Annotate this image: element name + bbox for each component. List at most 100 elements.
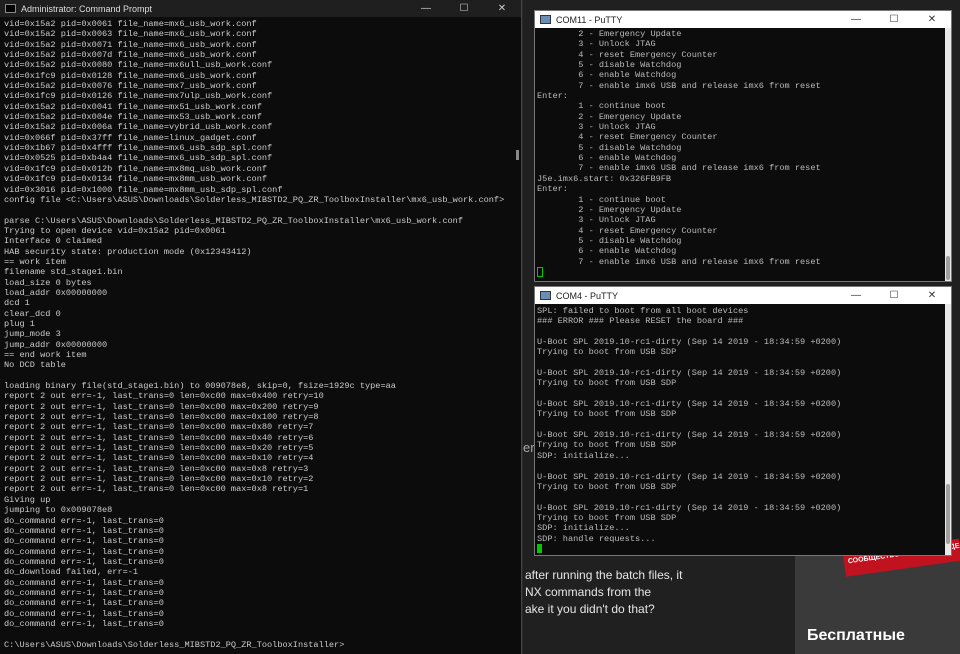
terminal-line: HAB security state: production mode (0x1… bbox=[4, 246, 252, 257]
terminal-line: J5e.imx6.start: 0x326FB9FB bbox=[537, 173, 672, 184]
background-text-line: ake it you didn't do that? bbox=[525, 602, 655, 616]
terminal-line: Trying to boot from USB SDP bbox=[537, 440, 677, 451]
putty-com4-window[interactable]: COM4 - PuTTY — ☐ ✕ SPL: failed to boot f… bbox=[534, 286, 952, 556]
minimize-button[interactable]: — bbox=[407, 0, 445, 17]
putty-com11-window[interactable]: COM11 - PuTTY — ☐ ✕ 2 - Emergency Update… bbox=[534, 10, 952, 282]
putty-icon bbox=[540, 15, 551, 24]
terminal-line: == end work item bbox=[4, 350, 87, 360]
terminal-line: do_command err=-1, last_trans=0 bbox=[4, 515, 164, 526]
close-button[interactable]: ✕ bbox=[483, 0, 521, 17]
terminal-line: 5 - disable Watchdog bbox=[537, 235, 682, 246]
terminal-line: 2 - Emergency Update bbox=[537, 204, 682, 215]
terminal-line: 6 - enable Watchdog bbox=[537, 246, 677, 257]
terminal-line: vid=0x1fc9 pid=0x0126 file_name=mx7ulp_u… bbox=[4, 91, 273, 102]
terminal-line: report 2 out err=-1, last_trans=0 len=0x… bbox=[4, 453, 314, 464]
ad-banner[interactable]: СООБЩЕСТВО МАШИН И ЛЮДЕЙ Бесплатные bbox=[795, 538, 960, 654]
terminal-cursor bbox=[537, 544, 542, 554]
terminal-line: 3 - Unlock JTAG bbox=[537, 215, 656, 226]
terminal-line: report 2 out err=-1, last_trans=0 len=0x… bbox=[4, 443, 314, 454]
scrollbar-thumb[interactable] bbox=[946, 256, 950, 280]
cmd-scrollbar[interactable] bbox=[516, 150, 519, 160]
terminal-line: U-Boot SPL 2019.10-rc1-dirty (Sep 14 201… bbox=[537, 337, 842, 348]
scrollbar-thumb[interactable] bbox=[946, 484, 950, 544]
com11-titlebar[interactable]: COM11 - PuTTY — ☐ ✕ bbox=[535, 11, 951, 28]
terminal-line: 4 - reset Emergency Counter bbox=[537, 49, 718, 60]
terminal-line: 5 - disable Watchdog bbox=[537, 142, 682, 153]
terminal-line: do_command err=-1, last_trans=0 bbox=[4, 546, 164, 557]
terminal-cursor bbox=[537, 266, 543, 277]
terminal-line: loading binary file(std_stage1.bin) to 0… bbox=[4, 381, 396, 392]
terminal-line: Trying to boot from USB SDP bbox=[537, 378, 677, 389]
terminal-line: do_command err=-1, last_trans=0 bbox=[4, 587, 164, 598]
maximize-button[interactable]: ☐ bbox=[875, 287, 913, 304]
terminal-line: 4 - reset Emergency Counter bbox=[537, 225, 718, 236]
com4-titlebar[interactable]: COM4 - PuTTY — ☐ ✕ bbox=[535, 287, 951, 304]
terminal-line: do_command err=-1, last_trans=0 bbox=[4, 608, 164, 619]
com11-output[interactable]: 2 - Emergency Update 3 - Unlock JTAG 4 -… bbox=[535, 29, 951, 281]
terminal-line: 7 - enable imx6 USB and release imx6 fro… bbox=[537, 256, 821, 267]
minimize-button[interactable]: — bbox=[837, 11, 875, 28]
maximize-button[interactable]: ☐ bbox=[445, 0, 483, 17]
terminal-line: config file <C:\Users\ASUS\Downloads\Sol… bbox=[4, 194, 505, 205]
cmd-titlebar[interactable]: Administrator: Command Prompt — ☐ ✕ bbox=[0, 0, 521, 17]
terminal-line: vid=0x15a2 pid=0x0071 file_name=mx6_usb_… bbox=[4, 39, 257, 50]
terminal-line: vid=0x1fc9 pid=0x012b file_name=mx8mq_us… bbox=[4, 163, 268, 174]
terminal-line: 7 - enable imx6 USB and release imx6 fro… bbox=[537, 163, 821, 174]
terminal-line: U-Boot SPL 2019.10-rc1-dirty (Sep 14 201… bbox=[537, 430, 842, 441]
terminal-cursor-line bbox=[537, 544, 951, 554]
terminal-line: vid=0x15a2 pid=0x007d file_name=mx6_usb_… bbox=[4, 50, 257, 61]
terminal-line: report 2 out err=-1, last_trans=0 len=0x… bbox=[4, 484, 309, 495]
terminal-line: U-Boot SPL 2019.10-rc1-dirty (Sep 14 201… bbox=[537, 368, 842, 379]
close-button[interactable]: ✕ bbox=[913, 287, 951, 304]
minimize-button[interactable]: — bbox=[837, 287, 875, 304]
terminal-line: do_command err=-1, last_trans=0 bbox=[4, 536, 164, 547]
terminal-line: C:\Users\ASUS\Downloads\Solderless_MIBST… bbox=[4, 639, 345, 650]
terminal-line: 6 - enable Watchdog bbox=[537, 153, 677, 164]
maximize-button[interactable]: ☐ bbox=[875, 11, 913, 28]
terminal-line: vid=0x15a2 pid=0x0076 file_name=mx7_usb_… bbox=[4, 81, 257, 92]
terminal-line: jump_addr 0x00000000 bbox=[4, 339, 108, 350]
terminal-line: Trying to open device vid=0x15a2 pid=0x0… bbox=[4, 225, 226, 236]
terminal-line: vid=0x0525 pid=0xb4a4 file_name=mx6_usb_… bbox=[4, 153, 273, 164]
terminal-line: vid=0x1fc9 pid=0x0128 file_name=mx6_usb_… bbox=[4, 70, 257, 81]
cmd-title: Administrator: Command Prompt bbox=[21, 3, 153, 14]
close-button[interactable]: ✕ bbox=[913, 11, 951, 28]
terminal-line: report 2 out err=-1, last_trans=0 len=0x… bbox=[4, 391, 324, 402]
terminal-line: report 2 out err=-1, last_trans=0 len=0x… bbox=[4, 401, 319, 412]
terminal-line: 4 - reset Emergency Counter bbox=[537, 132, 718, 143]
terminal-line: == work item bbox=[4, 256, 66, 267]
terminal-line: do_download failed, err=-1 bbox=[4, 567, 139, 578]
terminal-line: U-Boot SPL 2019.10-rc1-dirty (Sep 14 201… bbox=[537, 399, 842, 410]
terminal-line: dcd 1 bbox=[4, 298, 30, 309]
terminal-line: Trying to boot from USB SDP bbox=[537, 409, 677, 420]
terminal-line: vid=0x15a2 pid=0x0061 file_name=mx6_usb_… bbox=[4, 19, 257, 29]
terminal-line: Trying to boot from USB SDP bbox=[537, 512, 677, 523]
command-prompt-window[interactable]: Administrator: Command Prompt — ☐ ✕ vid=… bbox=[0, 0, 522, 654]
terminal-cursor-line bbox=[537, 266, 951, 278]
terminal-line: 2 - Emergency Update bbox=[537, 111, 682, 122]
terminal-line: report 2 out err=-1, last_trans=0 len=0x… bbox=[4, 422, 314, 433]
background-text-line: NX commands from the bbox=[525, 585, 652, 599]
terminal-line: do_command err=-1, last_trans=0 bbox=[4, 577, 164, 588]
cmd-output[interactable]: vid=0x15a2 pid=0x0061 file_name=mx6_usb_… bbox=[0, 19, 521, 654]
com4-output[interactable]: SPL: failed to boot from all boot device… bbox=[535, 306, 951, 555]
terminal-line: U-Boot SPL 2019.10-rc1-dirty (Sep 14 201… bbox=[537, 471, 842, 482]
terminal-line: 1 - continue boot bbox=[537, 101, 666, 112]
background-cut-text: er bbox=[523, 440, 535, 455]
terminal-line: vid=0x15a2 pid=0x004e file_name=mx53_usb… bbox=[4, 112, 262, 123]
terminal-line: U-Boot SPL 2019.10-rc1-dirty (Sep 14 201… bbox=[537, 502, 842, 513]
terminal-line: do_command err=-1, last_trans=0 bbox=[4, 525, 164, 536]
terminal-line: 5 - disable Watchdog bbox=[537, 60, 682, 71]
com11-scrollbar[interactable] bbox=[945, 28, 951, 281]
terminal-line: load_addr 0x00000000 bbox=[4, 287, 108, 298]
terminal-line: 3 - Unlock JTAG bbox=[537, 39, 656, 50]
background-text-line: after running the batch files, it bbox=[525, 568, 683, 582]
com4-scrollbar[interactable] bbox=[945, 304, 951, 555]
terminal-line: SDP: initialize... bbox=[537, 523, 630, 534]
